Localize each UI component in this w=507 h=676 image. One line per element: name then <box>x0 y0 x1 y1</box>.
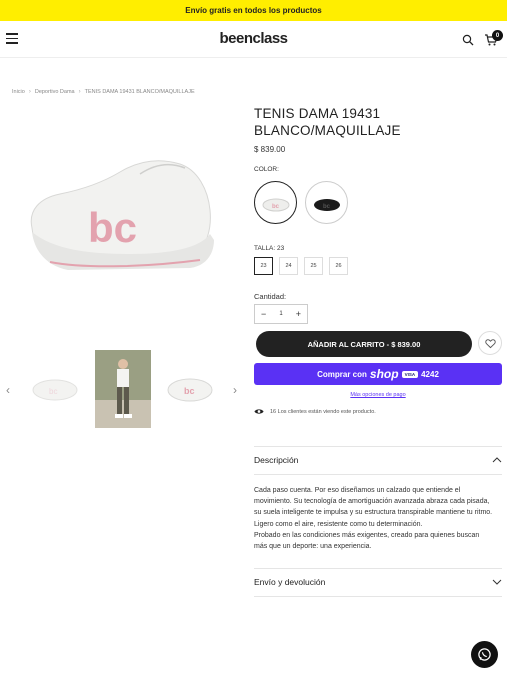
plus-icon[interactable]: + <box>290 309 307 319</box>
description-heading: Descripción <box>254 455 299 465</box>
minus-icon[interactable]: − <box>255 309 272 319</box>
wishlist-heart-icon[interactable] <box>478 331 502 355</box>
shipping-heading: Envío y devolución <box>254 577 326 587</box>
size-option-26[interactable]: 26 <box>329 257 348 275</box>
svg-text:bc: bc <box>184 386 195 396</box>
viewers-text: 16 Los clientes están viendo este produc… <box>270 408 376 415</box>
size-option-23[interactable]: 23 <box>254 257 273 275</box>
color-swatch-black[interactable]: bc <box>305 181 348 224</box>
breadcrumb-current: TENIS DAMA 19431 BLANCO/MAQUILLAJE <box>84 89 195 95</box>
quantity-label: Cantidad: <box>254 292 287 301</box>
size-label: TALLA: 23 <box>254 245 285 252</box>
chevron-right-icon: › <box>78 89 81 95</box>
thumbnail-3[interactable]: bc <box>162 350 218 428</box>
description-paragraph: Probado en las condiciones más exigentes… <box>254 531 480 551</box>
eye-icon <box>254 409 264 414</box>
chevron-down-icon <box>492 579 502 585</box>
site-logo[interactable]: beenclass <box>0 30 507 47</box>
color-label: COLOR: <box>254 166 279 173</box>
add-to-cart-button[interactable]: AÑADIR AL CARRITO - $ 839.00 <box>256 331 472 357</box>
divider <box>254 596 502 597</box>
breadcrumb: Inicio › Deportivo Dama › TENIS DAMA 194… <box>12 89 195 95</box>
visa-card-icon: VISA <box>401 370 419 378</box>
size-option-24[interactable]: 24 <box>279 257 298 275</box>
svg-text:bc: bc <box>272 204 280 210</box>
breadcrumb-category[interactable]: Deportivo Dama <box>35 89 75 95</box>
size-option-25[interactable]: 25 <box>304 257 323 275</box>
thumbnail-2[interactable] <box>95 350 151 428</box>
announcement-bar: Envío gratis en todos los productos <box>0 0 507 21</box>
cart-count-badge: 0 <box>492 30 503 41</box>
thumbnail-1[interactable]: bc <box>27 350 83 428</box>
chevron-right-icon[interactable]: › <box>233 383 237 397</box>
viewers-notice: 16 Los clientes están viendo este produc… <box>254 408 376 415</box>
search-icon[interactable] <box>462 34 474 46</box>
whatsapp-chat-button[interactable] <box>471 641 498 668</box>
svg-text:bc: bc <box>49 387 57 396</box>
breadcrumb-home[interactable]: Inicio <box>12 89 25 95</box>
divider <box>254 474 502 475</box>
description-paragraph: Cada paso cuenta. Por eso diseñamos un c… <box>254 487 493 528</box>
product-price: $ 839.00 <box>254 145 286 154</box>
description-accordion-header[interactable]: Descripción <box>254 446 502 474</box>
product-title: TENIS DAMA 19431 BLANCO/MAQUILLAJE <box>254 106 401 138</box>
shop-pay-prefix: Comprar con <box>317 369 367 379</box>
chevron-right-icon: › <box>28 89 31 95</box>
svg-text:bc: bc <box>323 204 331 210</box>
svg-text:bc: bc <box>88 204 137 251</box>
quantity-stepper: − 1 + <box>254 304 308 324</box>
quantity-value[interactable]: 1 <box>272 311 289 317</box>
shop-pay-button[interactable]: Comprar con shop VISA 4242 <box>254 363 502 385</box>
color-swatch-white[interactable]: bc <box>254 181 297 224</box>
site-header: beenclass 0 <box>0 21 507 58</box>
chevron-up-icon <box>492 457 502 463</box>
whatsapp-icon <box>478 648 491 661</box>
chevron-left-icon[interactable]: ‹ <box>6 383 10 397</box>
shop-pay-logo: shop <box>369 367 399 381</box>
product-main-image[interactable]: bc <box>20 150 225 280</box>
announcement-text: Envío gratis en todos los productos <box>185 6 322 15</box>
description-body: Cada paso cuenta. Por eso diseñamos un c… <box>254 485 494 552</box>
card-last-digits: 4242 <box>421 369 439 379</box>
shipping-accordion-header[interactable]: Envío y devolución <box>254 568 502 596</box>
more-payment-options-link[interactable]: Más opciones de pago <box>254 392 502 398</box>
thumbnail-carousel: ‹ bc bc › <box>0 350 245 430</box>
